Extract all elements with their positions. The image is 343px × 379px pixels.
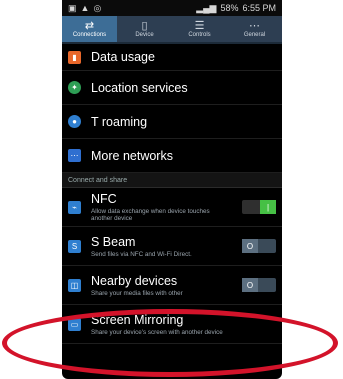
sync-icon: ◎ bbox=[93, 2, 102, 13]
nfc-toggle[interactable]: | bbox=[242, 200, 276, 214]
list-item-nfc[interactable]: ⌁ NFC Allow data exchange when device to… bbox=[62, 188, 282, 227]
toggle-knob: O bbox=[242, 239, 258, 253]
s-beam-toggle[interactable]: O bbox=[242, 239, 276, 253]
list-item-data-usage[interactable]: ▮ Data usage bbox=[62, 44, 282, 71]
nfc-icon: ⌁ bbox=[68, 200, 81, 214]
sliders-icon: ☰ bbox=[194, 19, 205, 32]
more-icon: ⋯ bbox=[249, 19, 260, 32]
signal-icon: ▂▄▆ bbox=[196, 2, 217, 13]
nearby-devices-toggle[interactable]: O bbox=[242, 278, 276, 292]
screen-mirroring-icon: ▭ bbox=[68, 317, 81, 331]
battery-level: 58% bbox=[220, 3, 239, 13]
item-description: Send files via NFC and Wi-Fi Direct. bbox=[91, 250, 192, 258]
nearby-devices-icon: ◫ bbox=[68, 278, 81, 292]
list-item-roaming[interactable]: ● T roaming bbox=[62, 105, 282, 139]
list-item-location[interactable]: ✦ Location services bbox=[62, 71, 282, 105]
item-description: Share your media files with other bbox=[91, 289, 183, 297]
toggle-knob: | bbox=[260, 200, 276, 214]
device-icon: ▯ bbox=[141, 19, 148, 32]
list-item-s-beam[interactable]: S S Beam Send files via NFC and Wi-Fi Di… bbox=[62, 227, 282, 266]
globe-icon: ● bbox=[68, 115, 81, 128]
tab-label: Device bbox=[135, 31, 154, 38]
data-usage-icon: ▮ bbox=[68, 50, 81, 64]
item-title: More networks bbox=[91, 148, 173, 163]
s-beam-icon: S bbox=[68, 239, 81, 253]
tab-label: Connections bbox=[72, 31, 107, 38]
item-title: T roaming bbox=[91, 114, 148, 129]
phone-screen: ▣ ▲ ◎ ▂▄▆ 58% 6:55 PM ⇄ Connections ▯ De… bbox=[62, 0, 282, 379]
tab-connections[interactable]: ⇄ Connections bbox=[62, 16, 117, 42]
list-item-screen-mirroring[interactable]: ▭ Screen Mirroring Share your device's s… bbox=[62, 305, 282, 344]
item-title: Screen Mirroring bbox=[91, 312, 184, 327]
swap-arrows-icon: ⇄ bbox=[84, 19, 95, 32]
clock: 6:55 PM bbox=[242, 3, 276, 13]
tab-label: General bbox=[243, 31, 266, 38]
settings-tabs: ⇄ Connections ▯ Device ☰ Controls ⋯ Gene… bbox=[62, 16, 282, 44]
section-header: Connect and share bbox=[62, 173, 282, 188]
item-description: Allow data exchange when device touches … bbox=[91, 208, 210, 222]
list-item-nearby-devices[interactable]: ◫ Nearby devices Share your media files … bbox=[62, 266, 282, 305]
tab-general[interactable]: ⋯ General bbox=[227, 16, 282, 42]
warning-icon: ▲ bbox=[80, 3, 90, 13]
notification-icon: ▣ bbox=[68, 2, 77, 13]
item-title: Location services bbox=[91, 80, 188, 95]
list-item-more-networks[interactable]: ⋯ More networks bbox=[62, 139, 282, 173]
toggle-knob: O bbox=[242, 278, 258, 292]
item-title: S Beam bbox=[91, 234, 136, 249]
item-title: NFC bbox=[91, 192, 117, 206]
tab-label: Controls bbox=[188, 31, 211, 38]
item-description: Share your device's screen with another … bbox=[91, 328, 223, 336]
item-title: Nearby devices bbox=[91, 273, 178, 288]
item-title: Data usage bbox=[91, 50, 155, 64]
tab-device[interactable]: ▯ Device bbox=[117, 16, 172, 42]
status-bar: ▣ ▲ ◎ ▂▄▆ 58% 6:55 PM bbox=[62, 0, 282, 16]
settings-list: ▮ Data usage ✦ Location services ● T roa… bbox=[62, 44, 282, 344]
tab-controls[interactable]: ☰ Controls bbox=[172, 16, 227, 42]
more-networks-icon: ⋯ bbox=[68, 149, 81, 162]
location-icon: ✦ bbox=[68, 81, 81, 94]
